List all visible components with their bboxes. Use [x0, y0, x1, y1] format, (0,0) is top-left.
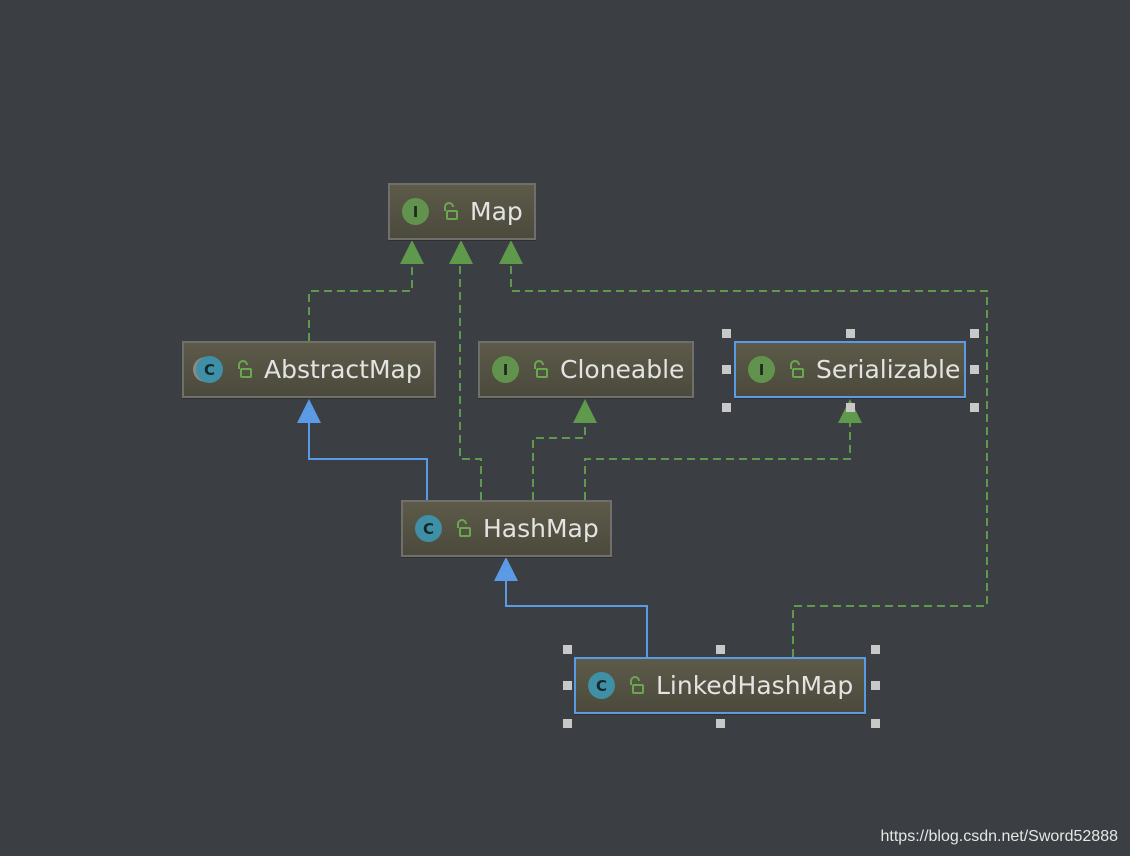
node-map[interactable]: I Map — [388, 183, 536, 240]
node-cloneable[interactable]: I Cloneable — [478, 341, 694, 398]
edge-linkedhashmap-extends-hashmap — [505, 578, 648, 657]
node-hashmap[interactable]: C HashMap — [401, 500, 612, 557]
resize-handle[interactable] — [722, 365, 731, 374]
interface-icon: I — [492, 356, 519, 383]
watermark: https://blog.csdn.net/Sword52888 — [880, 828, 1119, 845]
open-lock-icon — [790, 359, 804, 378]
resize-handle[interactable] — [846, 403, 855, 412]
resize-handle[interactable] — [563, 681, 572, 690]
edge-hashmap-extends-abstractmap — [308, 420, 428, 500]
resize-handle[interactable] — [716, 719, 725, 728]
open-lock-icon — [630, 675, 644, 694]
resize-handle[interactable] — [716, 645, 725, 654]
arrowhead-implements — [499, 240, 523, 264]
resize-handle[interactable] — [563, 719, 572, 728]
open-lock-icon — [457, 518, 471, 537]
open-lock-icon — [444, 201, 458, 220]
resize-handle[interactable] — [871, 719, 880, 728]
node-label: LinkedHashMap — [656, 671, 854, 700]
resize-handle[interactable] — [871, 681, 880, 690]
node-abstractmap[interactable]: C AbstractMap — [182, 341, 436, 398]
node-label: HashMap — [483, 514, 599, 543]
edge-linkedhashmap-implements-map — [510, 262, 988, 657]
resize-handle[interactable] — [563, 645, 572, 654]
open-lock-icon — [238, 359, 252, 378]
class-icon: C — [588, 672, 615, 699]
node-label: AbstractMap — [264, 355, 422, 384]
resize-handle[interactable] — [722, 403, 731, 412]
arrowhead-extends — [297, 399, 321, 423]
interface-icon: I — [748, 356, 775, 383]
node-serializable[interactable]: I Serializable — [734, 341, 966, 398]
edge-abstractmap-implements-map — [308, 262, 413, 341]
node-label: Map — [470, 197, 523, 226]
arrowhead-implements — [400, 240, 424, 264]
resize-handle[interactable] — [970, 329, 979, 338]
edge-hashmap-implements-serializable — [584, 420, 851, 500]
resize-handle[interactable] — [970, 365, 979, 374]
node-linkedhashmap[interactable]: C LinkedHashMap — [574, 657, 866, 714]
resize-handle[interactable] — [970, 403, 979, 412]
open-lock-icon — [534, 359, 548, 378]
arrowhead-implements — [449, 240, 473, 264]
edge-hashmap-implements-cloneable — [532, 420, 586, 500]
abstract-class-icon: C — [196, 356, 223, 383]
resize-handle[interactable] — [871, 645, 880, 654]
node-label: Serializable — [816, 355, 961, 384]
interface-icon: I — [402, 198, 429, 225]
node-label: Cloneable — [560, 355, 685, 384]
class-icon: C — [415, 515, 442, 542]
resize-handle[interactable] — [722, 329, 731, 338]
resize-handle[interactable] — [846, 329, 855, 338]
arrowhead-extends — [494, 557, 518, 581]
arrowhead-implements — [573, 399, 597, 423]
